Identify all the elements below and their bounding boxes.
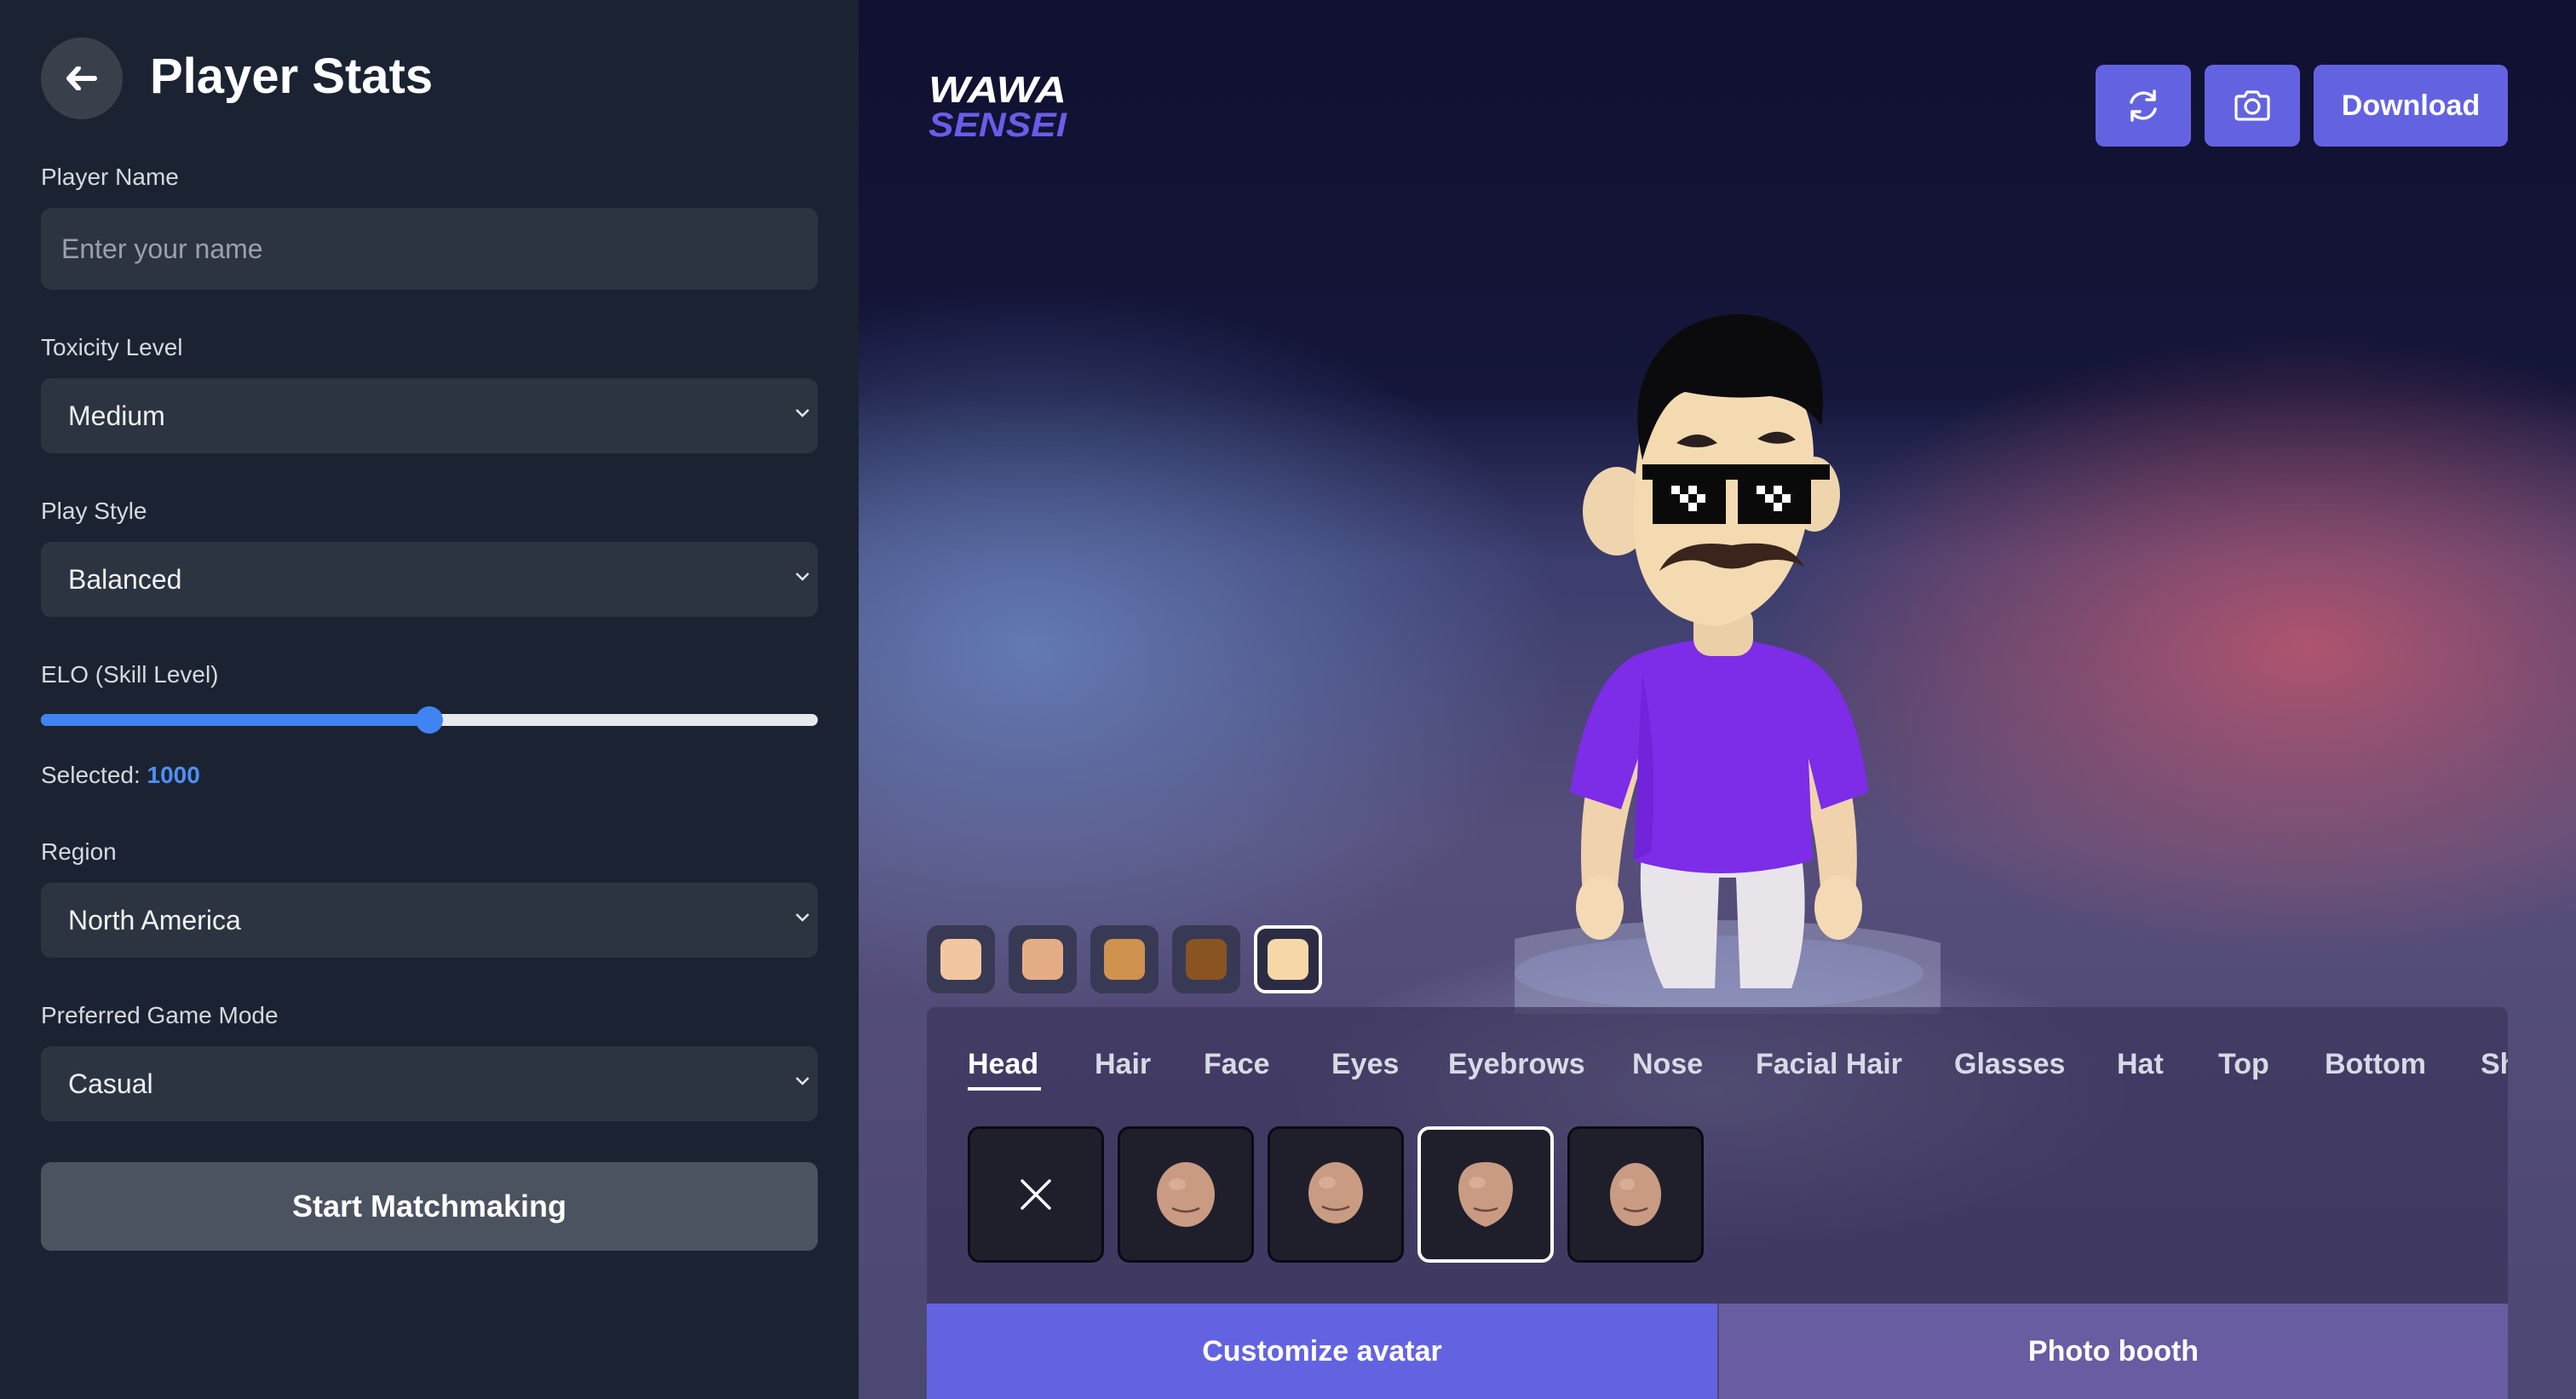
player-name-label: Player Name xyxy=(41,164,179,190)
page-title: Player Stats xyxy=(150,49,434,104)
chevron-down-icon xyxy=(796,913,809,922)
wawa-sensei-logo: WAWA SENSEI xyxy=(929,70,1067,141)
play-style-select[interactable]: Balanced xyxy=(41,542,818,617)
tab-customize-avatar[interactable]: Customize avatar xyxy=(927,1304,1717,1399)
toxicity-level-label: Toxicity Level xyxy=(41,334,183,360)
head-shape-icon xyxy=(1308,1162,1363,1223)
avatar-stage: WAWA SENSEI Download Head Hair Face Eyes… xyxy=(859,0,2576,1399)
elo-label: ELO (Skill Level) xyxy=(41,661,219,688)
tab-glasses[interactable]: Glasses xyxy=(1954,1048,2065,1081)
svg-text:SENSEI: SENSEI xyxy=(929,107,1067,141)
skin-tone-swatch-2[interactable] xyxy=(1009,925,1077,993)
elo-slider-fill xyxy=(41,714,429,726)
player-stats-panel: Player Stats Player Name Toxicity Level … xyxy=(0,0,859,1399)
back-button[interactable] xyxy=(41,37,123,119)
skin-tone-chip xyxy=(940,939,981,980)
tab-hat[interactable]: Hat xyxy=(2117,1048,2164,1081)
head-shape-icon xyxy=(1157,1162,1215,1227)
tab-eyebrows[interactable]: Eyebrows xyxy=(1448,1048,1585,1081)
play-style-value: Balanced xyxy=(68,563,182,595)
head-option-2[interactable] xyxy=(1268,1126,1404,1263)
svg-text:WAWA: WAWA xyxy=(929,70,1067,111)
close-icon xyxy=(1021,1179,1051,1210)
skin-tone-chip xyxy=(1022,939,1063,980)
active-tab-underline xyxy=(968,1087,1041,1091)
avatar-3d-model[interactable] xyxy=(1515,281,1941,1014)
option-none[interactable] xyxy=(968,1126,1104,1263)
screenshot-button[interactable] xyxy=(2205,65,2300,147)
tab-head[interactable]: Head xyxy=(968,1048,1038,1081)
chevron-down-icon xyxy=(796,573,809,581)
chevron-down-icon xyxy=(796,409,809,417)
region-value: North America xyxy=(68,904,241,936)
tab-shoes[interactable]: Sh xyxy=(2481,1048,2508,1081)
skin-tone-swatch-5[interactable] xyxy=(1254,925,1322,993)
head-shape-icon xyxy=(1458,1162,1513,1227)
tab-facial-hair[interactable]: Facial Hair xyxy=(1756,1048,1902,1081)
chevron-down-icon xyxy=(796,1077,809,1085)
tab-nose[interactable]: Nose xyxy=(1632,1048,1703,1081)
camera-icon xyxy=(2234,90,2270,121)
arrow-left-icon xyxy=(66,66,97,90)
tab-eyes[interactable]: Eyes xyxy=(1331,1048,1399,1081)
elo-selected-text: Selected: 1000 xyxy=(41,762,200,789)
elo-selected-prefix: Selected: xyxy=(41,762,141,788)
toxicity-level-value: Medium xyxy=(68,400,165,431)
skin-tone-chip xyxy=(1268,939,1308,980)
game-mode-select[interactable]: Casual xyxy=(41,1046,818,1121)
customization-panel: Head Hair Face Eyes Eyebrows Nose Facial… xyxy=(927,1007,2508,1304)
toxicity-level-select[interactable]: Medium xyxy=(41,378,818,453)
head-option-4[interactable] xyxy=(1567,1126,1704,1263)
skin-tone-swatch-4[interactable] xyxy=(1172,925,1240,993)
tab-top[interactable]: Top xyxy=(2218,1048,2269,1081)
skin-tone-swatch-3[interactable] xyxy=(1090,925,1159,993)
region-label: Region xyxy=(41,838,117,865)
region-select[interactable]: North America xyxy=(41,883,818,958)
tab-photo-booth[interactable]: Photo booth xyxy=(1719,1304,2508,1399)
tab-face[interactable]: Face xyxy=(1204,1048,1270,1081)
elo-selected-value: 1000 xyxy=(147,762,200,788)
skin-tone-chip xyxy=(1104,939,1145,980)
download-button[interactable]: Download xyxy=(2314,65,2508,147)
skin-tone-chip xyxy=(1186,939,1227,980)
player-name-input[interactable] xyxy=(41,208,818,290)
tab-hair[interactable]: Hair xyxy=(1095,1048,1151,1081)
head-shape-icon xyxy=(1610,1163,1661,1226)
refresh-icon xyxy=(2130,89,2157,122)
elo-slider[interactable] xyxy=(41,706,818,734)
play-style-label: Play Style xyxy=(41,498,147,524)
start-matchmaking-button[interactable]: Start Matchmaking xyxy=(41,1162,818,1251)
head-option-3[interactable] xyxy=(1417,1126,1554,1263)
skin-tone-swatch-1[interactable] xyxy=(927,925,995,993)
head-option-1[interactable] xyxy=(1118,1126,1254,1263)
game-mode-label: Preferred Game Mode xyxy=(41,1002,279,1028)
elo-slider-thumb[interactable] xyxy=(416,706,443,734)
game-mode-value: Casual xyxy=(68,1068,153,1099)
refresh-button[interactable] xyxy=(2096,65,2191,147)
tab-bottom[interactable]: Bottom xyxy=(2325,1048,2426,1081)
